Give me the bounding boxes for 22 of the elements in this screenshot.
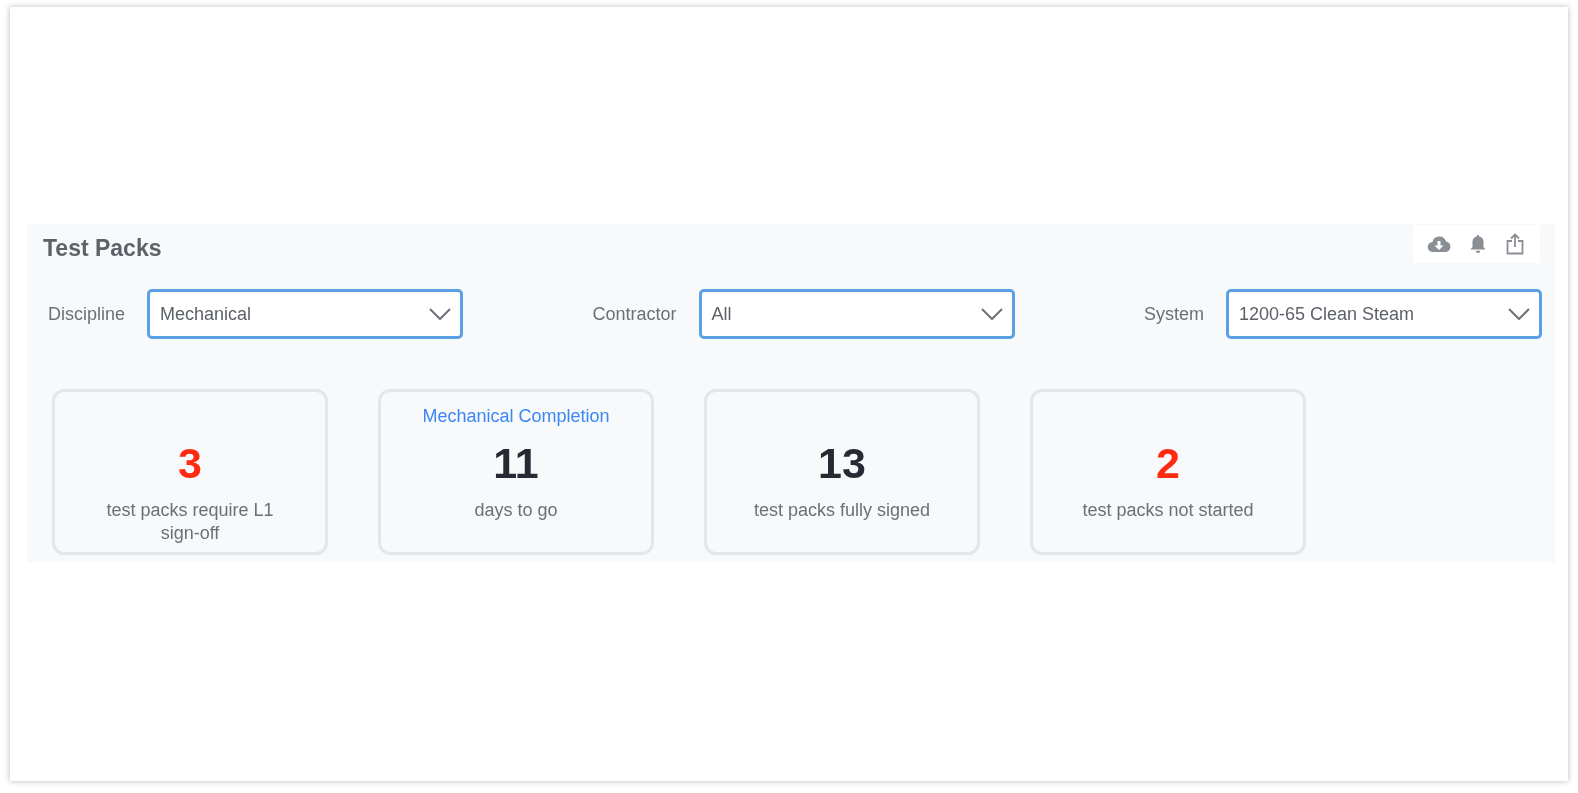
- chevron-down-icon: [1508, 308, 1530, 320]
- stat-description: test packs not started: [1082, 499, 1254, 522]
- dropdown[interactable]: 1200-65 Clean Steam: [1226, 289, 1542, 339]
- cloud-download-icon[interactable]: [1427, 235, 1451, 253]
- share-icon[interactable]: [1505, 233, 1525, 255]
- filter-label: Contractor: [592, 303, 677, 325]
- stat-description: test packs fully signed: [753, 499, 931, 522]
- stat-value: 3: [178, 442, 202, 485]
- filter-label: System: [1144, 303, 1204, 325]
- stat-value: 13: [818, 442, 866, 485]
- dropdown[interactable]: All: [698, 289, 1015, 339]
- chevron-down-icon: [429, 308, 452, 320]
- stat-value: 11: [493, 442, 539, 485]
- stat-value: 2: [1156, 442, 1180, 485]
- stat-description: days to go: [474, 499, 558, 522]
- stat-description: test packs require L1 sign-off: [105, 499, 275, 544]
- stat-caption: Mechanical Completion: [422, 406, 610, 428]
- panel-title: Test Packs: [43, 234, 162, 262]
- filter-label: Discipline: [48, 303, 126, 325]
- chevron-down-icon: [980, 308, 1003, 320]
- dropdown[interactable]: Mechanical: [147, 289, 464, 339]
- bell-icon[interactable]: [1469, 234, 1487, 254]
